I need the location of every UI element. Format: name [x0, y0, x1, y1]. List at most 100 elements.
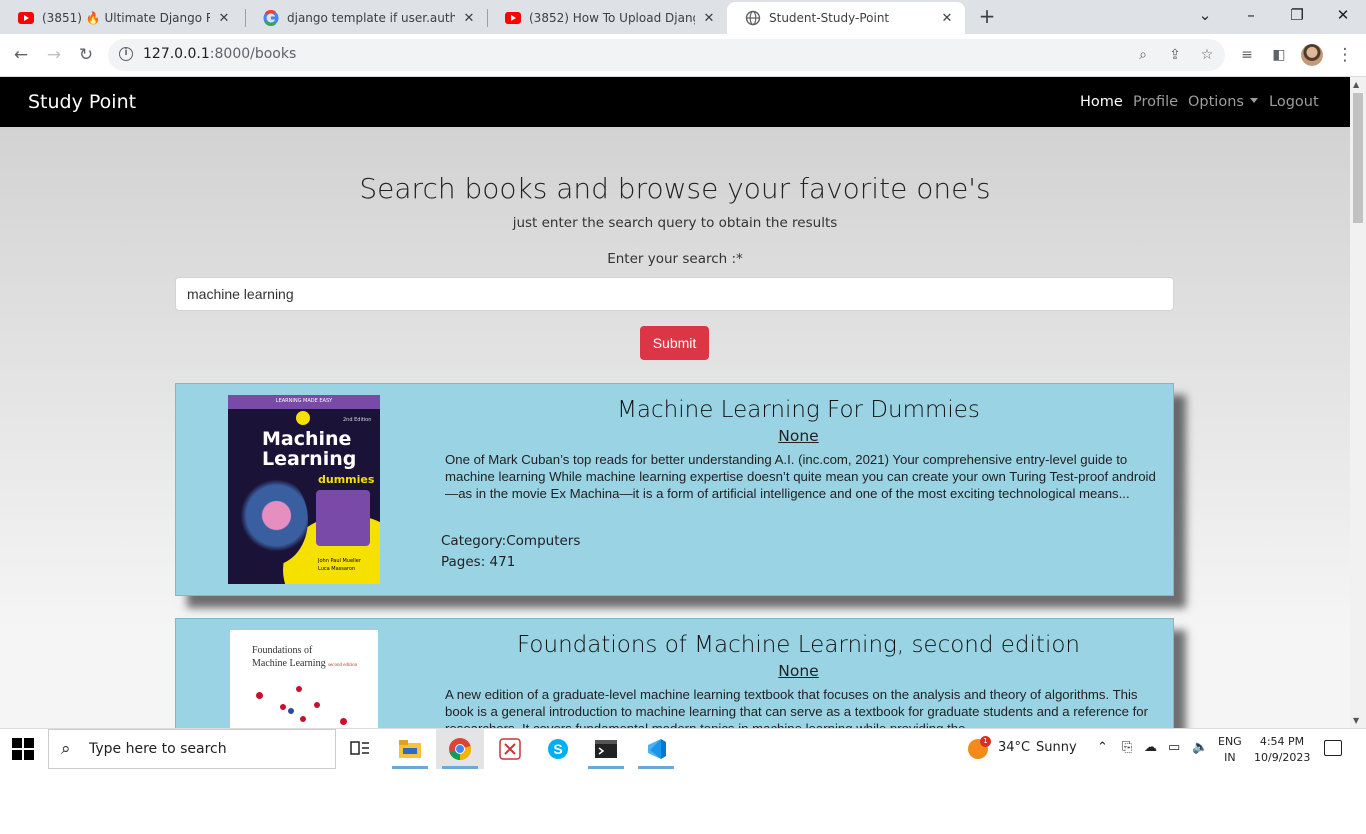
cover-title-line: Machine Learning second edition — [252, 657, 357, 672]
book-title[interactable]: Machine Learning For Dummies — [421, 397, 1176, 423]
task-view-icon[interactable] — [336, 729, 384, 769]
tab-search-icon[interactable]: ⌄ — [1182, 0, 1228, 34]
cover-authors: John Paul Mueller Luca Massaron — [318, 557, 361, 573]
scrollbar-thumb[interactable] — [1353, 93, 1363, 223]
vscode-icon[interactable] — [632, 729, 680, 769]
network-icon[interactable]: ▭ — [1168, 740, 1180, 755]
page-subtitle: just enter the search query to obtain th… — [512, 215, 838, 231]
region-code: IN — [1224, 751, 1236, 764]
onedrive-cloud-icon[interactable]: ☁ — [1144, 740, 1157, 755]
restore-button[interactable]: ❐ — [1274, 0, 1320, 34]
book-description: A new edition of a graduate-level machin… — [445, 687, 1149, 728]
browser-tab-1[interactable]: (3851) 🔥 Ultimate Django Rest ✕ — [0, 2, 242, 34]
taskbar-search-placeholder: Type here to search — [89, 741, 227, 757]
address-bar[interactable]: i 127.0.0.1:8000/books ⌕ ⇪ ☆ — [108, 39, 1225, 71]
close-window-button[interactable]: ✕ — [1320, 0, 1366, 34]
nav-options-label: Options — [1188, 94, 1244, 110]
scroll-down-arrow-icon[interactable]: ▼ — [1353, 716, 1359, 725]
cover-title-line: Machine — [262, 428, 352, 450]
chrome-icon[interactable] — [436, 729, 484, 769]
terminal-icon[interactable] — [582, 729, 630, 769]
forward-arrow-icon[interactable]: → — [41, 42, 67, 68]
browser-tab-active[interactable]: Student-Study-Point ✕ — [727, 2, 965, 34]
book-description: One of Mark Cuban’s top reads for better… — [445, 452, 1156, 502]
profile-avatar[interactable] — [1301, 44, 1323, 66]
system-clock[interactable]: 4:54 PM 10/9/2023 — [1254, 734, 1310, 766]
browser-tab-2[interactable]: django template if user.authenti ✕ — [245, 2, 487, 34]
minimize-button[interactable]: – — [1228, 0, 1274, 34]
meet-now-icon[interactable]: ⎘ — [1122, 740, 1132, 755]
weather-temperature[interactable]: 34°C — [998, 740, 1030, 755]
cover-title-text: Machine Learning — [252, 658, 326, 669]
page-title: Search books and browse your favorite on… — [359, 172, 991, 205]
youtube-icon — [505, 10, 521, 26]
url-text[interactable]: 127.0.0.1:8000/books — [143, 46, 296, 62]
search-icon: ⌕ — [61, 739, 71, 759]
side-panel-icon[interactable]: ◧ — [1266, 42, 1292, 68]
nav-link-home[interactable]: Home — [1080, 94, 1123, 110]
book-cover-image[interactable]: LEARNING MADE EASY 2nd Edition Machine Le… — [228, 395, 380, 584]
volume-icon[interactable]: 🔈 — [1192, 740, 1208, 755]
browser-menu-icon[interactable]: ⋮ — [1332, 42, 1358, 68]
close-tab-icon[interactable]: ✕ — [461, 11, 477, 26]
start-icon-square — [24, 750, 34, 760]
clock-date: 10/9/2023 — [1254, 751, 1311, 764]
file-explorer-icon[interactable] — [386, 729, 434, 769]
snipping-tool-icon[interactable] — [486, 729, 534, 769]
notification-icon[interactable] — [1324, 740, 1342, 756]
chevron-up-icon[interactable]: ⌃ — [1097, 740, 1108, 755]
skype-icon[interactable]: S — [534, 729, 582, 769]
cover-dot — [314, 702, 320, 708]
book-cover-image[interactable]: Foundations of Machine Learning second ed… — [230, 630, 378, 728]
windows-start-icon[interactable] — [12, 738, 34, 760]
scroll-up-arrow-icon[interactable]: ▲ — [1353, 80, 1359, 89]
submit-button[interactable]: Submit — [640, 326, 709, 360]
browser-tab-3[interactable]: (3852) How To Upload Django W ✕ — [487, 2, 727, 34]
share-icon[interactable]: ⇪ — [1163, 43, 1187, 67]
cover-brand: dummies — [318, 473, 375, 486]
nav-dropdown-options[interactable]: Options — [1188, 94, 1258, 110]
tab-title: Student-Study-Point — [769, 11, 890, 25]
nav-link-profile[interactable]: Profile — [1133, 94, 1178, 110]
search-input[interactable] — [175, 277, 1174, 311]
zoom-icon[interactable]: ⌕ — [1131, 43, 1155, 67]
new-tab-button[interactable]: + — [976, 5, 998, 27]
bookmark-star-icon[interactable]: ☆ — [1195, 43, 1219, 67]
site-info-icon[interactable]: i — [119, 47, 133, 61]
cover-edition: second edition — [328, 663, 358, 668]
start-icon-square — [12, 738, 22, 748]
weather-description[interactable]: Sunny — [1036, 740, 1077, 755]
close-tab-icon[interactable]: ✕ — [939, 11, 955, 26]
site-navbar: Study Point Home Profile Options Logout — [0, 77, 1350, 127]
language-indicator[interactable]: ENG IN — [1218, 734, 1242, 766]
windows-taskbar: ⌕ Type here to search S 1 34°C Sunny ⌃ ⎘… — [0, 728, 1366, 769]
close-tab-icon[interactable]: ✕ — [216, 11, 232, 26]
cover-band-text: LEARNING MADE EASY — [275, 398, 333, 404]
tab-title: (3852) How To Upload Django W — [529, 11, 695, 25]
navbar-brand[interactable]: Study Point — [28, 91, 136, 113]
cover-dot — [256, 692, 263, 699]
reading-list-icon[interactable]: ≡ — [1234, 42, 1260, 68]
start-icon-square — [12, 750, 22, 760]
book-category: Category:Computers — [441, 533, 581, 549]
tab-title: django template if user.authenti — [287, 11, 455, 25]
reload-icon[interactable]: ↻ — [73, 42, 99, 68]
back-arrow-icon[interactable]: ← — [8, 42, 34, 68]
cover-dot — [280, 704, 286, 710]
book-author-link[interactable]: None — [421, 427, 1176, 445]
book-title[interactable]: Foundations of Machine Learning, second … — [421, 632, 1176, 658]
taskbar-search-box[interactable]: ⌕ Type here to search — [48, 729, 336, 769]
tab-title: (3851) 🔥 Ultimate Django Rest — [42, 11, 210, 25]
book-author-link[interactable]: None — [421, 662, 1176, 680]
cover-title-line: Foundations of — [252, 645, 313, 656]
page-viewport: Study Point Home Profile Options Logout … — [0, 77, 1350, 728]
brain-head-illustration — [238, 475, 308, 565]
start-icon-square — [24, 738, 34, 748]
browser-toolbar: ← → ↻ i 127.0.0.1:8000/books ⌕ ⇪ ☆ ≡ ◧ ⋮ — [0, 34, 1366, 77]
dummies-logo-icon — [296, 411, 310, 425]
close-tab-icon[interactable]: ✕ — [701, 11, 717, 26]
youtube-icon — [18, 10, 34, 26]
page-scrollbar[interactable]: ▲ ▼ — [1350, 77, 1366, 728]
nav-link-logout[interactable]: Logout — [1269, 94, 1319, 110]
google-icon — [263, 10, 279, 26]
